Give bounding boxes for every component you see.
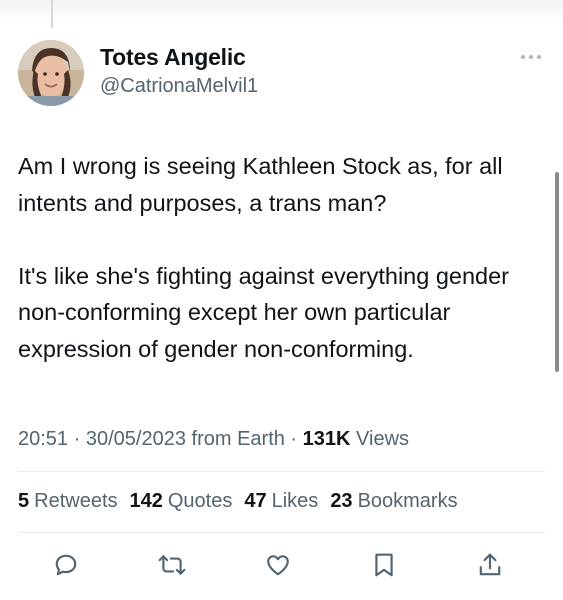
share-button[interactable]	[474, 549, 506, 581]
bookmark-icon	[375, 553, 393, 577]
bookmarks-count: 23	[330, 490, 353, 512]
retweets-stat[interactable]: 5 Retweets	[18, 490, 118, 513]
meta-separator: ·	[284, 428, 303, 450]
top-fade	[0, 0, 563, 22]
divider	[18, 471, 545, 472]
views-count: 131K	[302, 428, 351, 450]
tweet-date[interactable]: 30/05/2023	[86, 428, 186, 450]
bookmark-button[interactable]	[368, 549, 400, 581]
likes-stat[interactable]: 47 Likes	[244, 490, 318, 513]
more-options-icon[interactable]	[516, 50, 546, 64]
thread-connector-line	[51, 0, 53, 28]
tweet-text: Am I wrong is seeing Kathleen Stock as, …	[18, 153, 510, 362]
tweet-source: from Earth	[191, 428, 285, 450]
retweet-button[interactable]	[156, 549, 188, 581]
meta-separator: ·	[73, 428, 86, 450]
scrollbar[interactable]	[555, 172, 559, 372]
tweet-metadata: 20:51 · 30/05/2023 from Earth · 131K Vie…	[18, 428, 409, 451]
quotes-stat[interactable]: 142 Quotes	[130, 490, 233, 513]
action-bar	[50, 549, 510, 581]
retweets-count: 5	[18, 490, 30, 512]
reply-icon	[55, 554, 77, 576]
bookmarks-label: Bookmarks	[357, 490, 458, 512]
like-button[interactable]	[262, 549, 294, 581]
tweet-time[interactable]: 20:51	[18, 428, 68, 450]
likes-count: 47	[244, 490, 267, 512]
retweet-icon	[158, 555, 186, 575]
bookmarks-stat[interactable]: 23 Bookmarks	[330, 490, 457, 513]
like-icon	[267, 555, 289, 576]
retweets-label: Retweets	[34, 490, 118, 512]
likes-label: Likes	[271, 490, 319, 512]
views-label: Views	[356, 428, 410, 450]
user-handle[interactable]: @CatrionaMelvil1	[100, 75, 258, 98]
engagement-stats: 5 Retweets 142 Quotes 47 Likes 23 Bookmarks	[18, 490, 458, 513]
quotes-label: Quotes	[167, 490, 233, 512]
share-icon	[479, 553, 501, 576]
avatar[interactable]	[18, 40, 84, 106]
display-name[interactable]: Totes Angelic	[100, 44, 246, 71]
quotes-count: 142	[129, 490, 163, 512]
reply-button[interactable]	[50, 549, 82, 581]
divider	[18, 532, 545, 533]
